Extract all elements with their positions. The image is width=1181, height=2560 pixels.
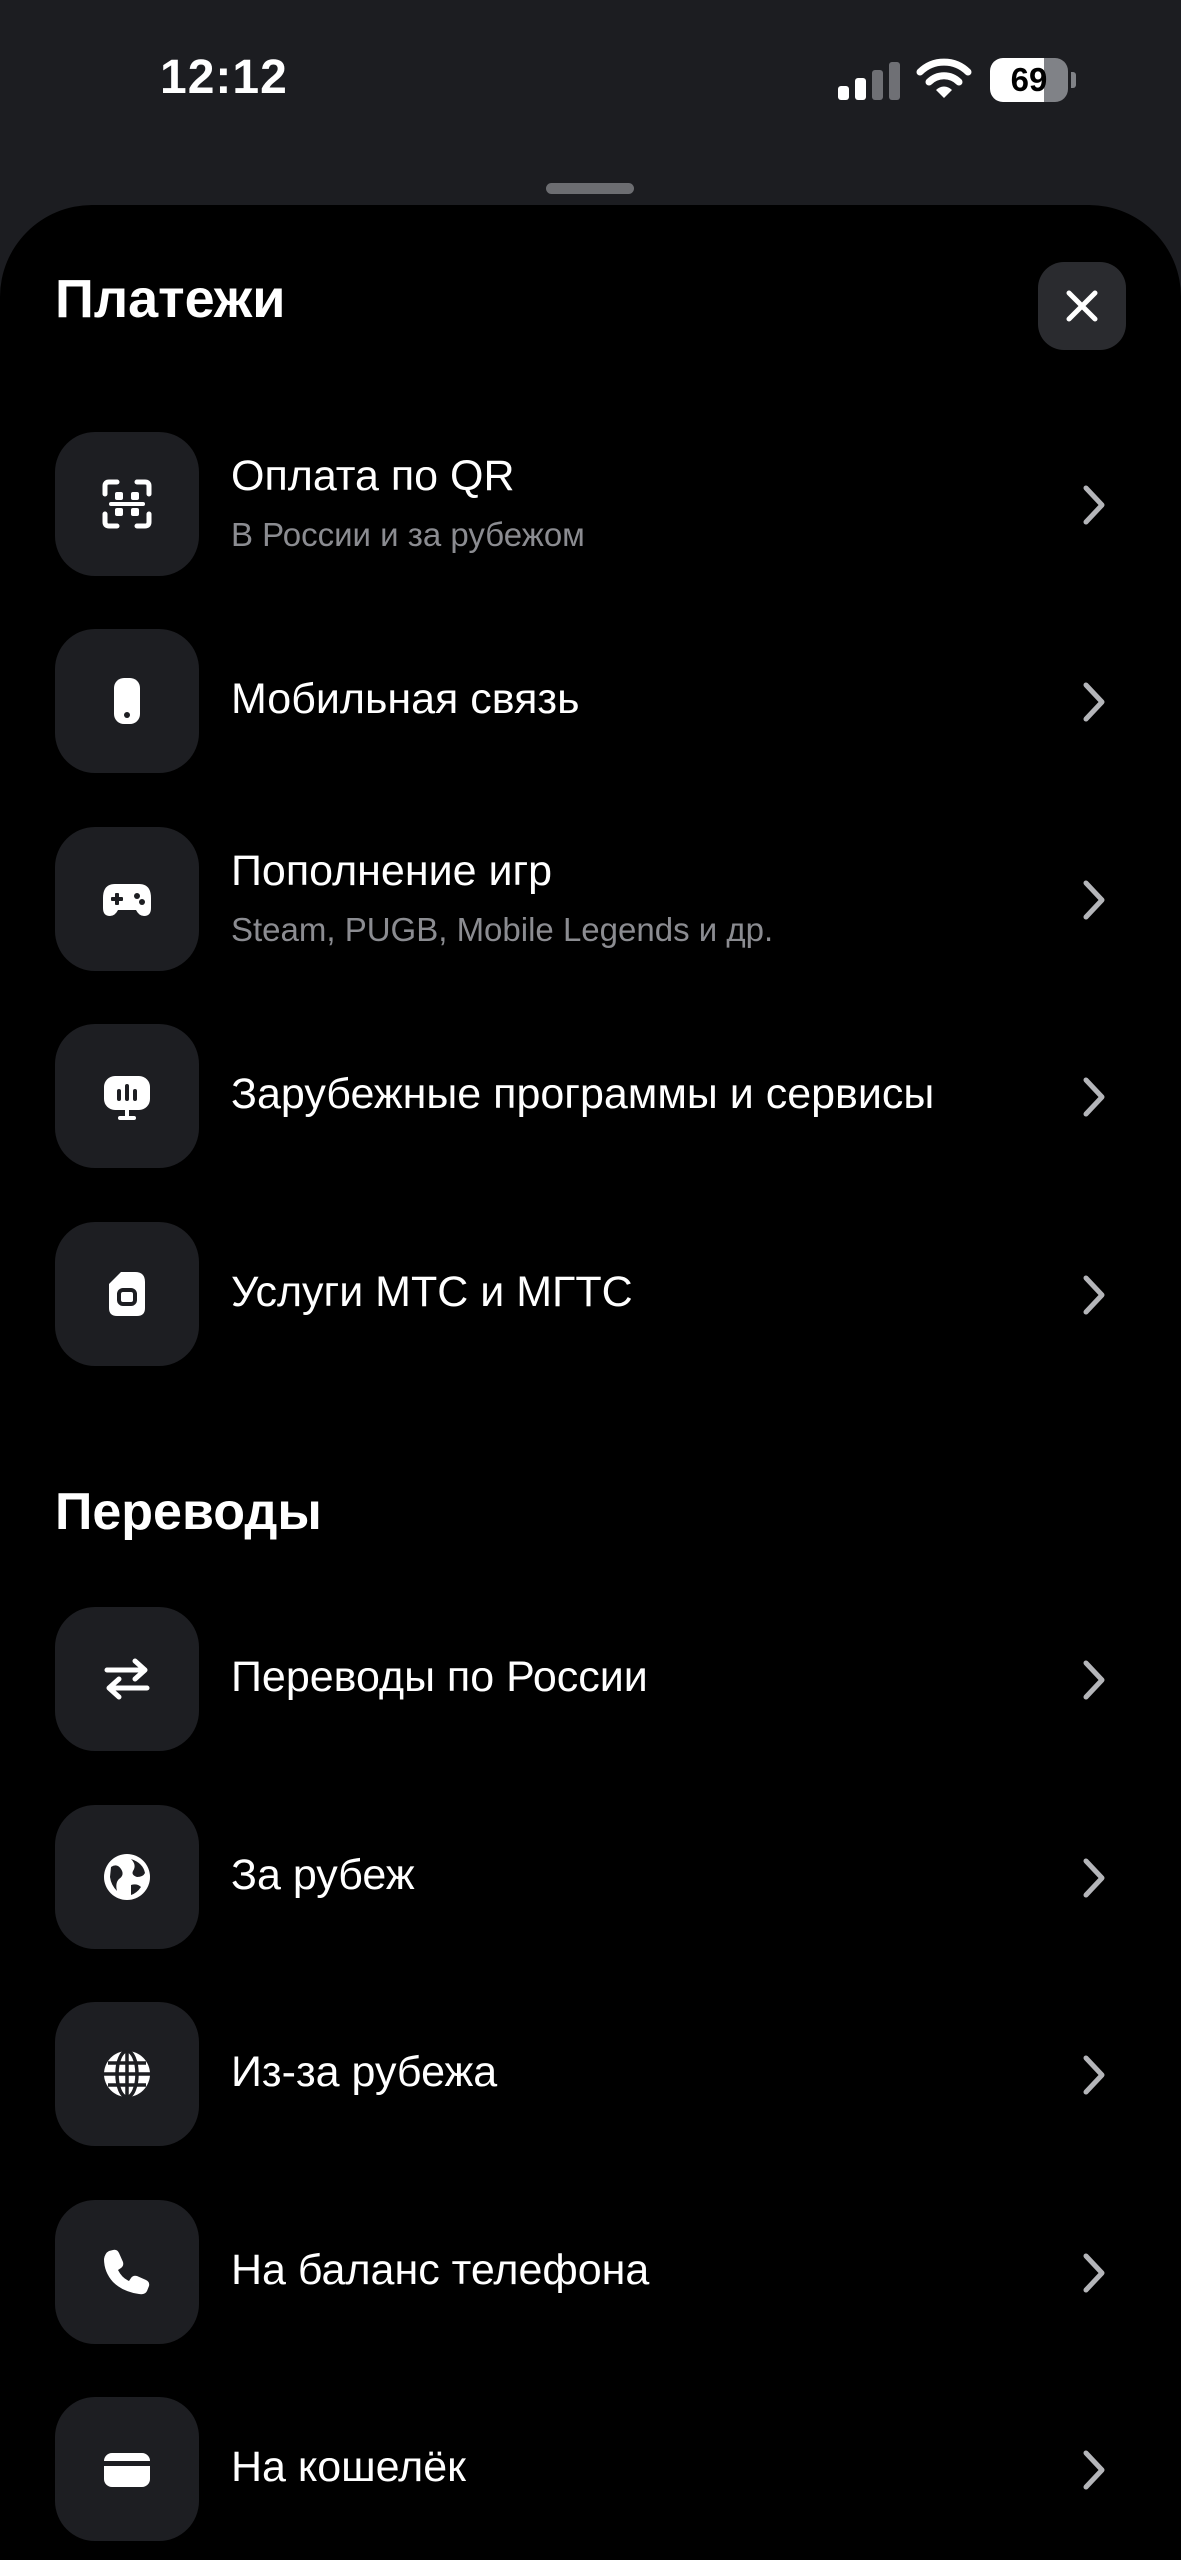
icon-tile bbox=[55, 1222, 199, 1366]
item-label: За рубеж bbox=[231, 1851, 415, 1899]
transfer-item-phone-balance[interactable]: На баланс телефона bbox=[55, 2200, 1126, 2344]
transfer-item-abroad[interactable]: За рубеж bbox=[55, 1805, 1126, 1949]
item-label: Услуги МТС и МГТС bbox=[231, 1268, 633, 1316]
chevron-right-icon bbox=[1083, 485, 1105, 525]
battery-tip bbox=[1071, 72, 1076, 88]
item-label: На баланс телефона bbox=[231, 2246, 650, 2294]
sim-card-icon bbox=[109, 1272, 145, 1316]
icon-tile bbox=[55, 1024, 199, 1168]
phone-handset-icon bbox=[104, 2249, 150, 2295]
close-icon bbox=[1066, 290, 1098, 322]
chevron-right-icon bbox=[1083, 2055, 1105, 2095]
item-subtitle: В России и за рубежом bbox=[231, 516, 585, 553]
chevron-right-icon bbox=[1083, 1077, 1105, 1117]
item-label: Из-за рубежа bbox=[231, 2048, 498, 2096]
sheet-grabber[interactable] bbox=[546, 183, 634, 194]
chevron-right-icon bbox=[1083, 1275, 1105, 1315]
chevron-right-icon bbox=[1083, 1660, 1105, 1700]
close-button[interactable] bbox=[1038, 262, 1126, 350]
item-label: Мобильная связь bbox=[231, 675, 580, 723]
qr-scan-icon bbox=[102, 479, 152, 529]
section-title-transfers: Переводы bbox=[55, 1483, 322, 1541]
icon-tile bbox=[55, 1805, 199, 1949]
icon-tile bbox=[55, 2200, 199, 2344]
payment-item-foreign-services[interactable]: Зарубежные программы и сервисы bbox=[55, 1024, 1126, 1168]
item-label: На кошелёк bbox=[231, 2443, 466, 2491]
payment-item-mobile[interactable]: Мобильная связь bbox=[55, 629, 1126, 773]
item-label: Зарубежные программы и сервисы bbox=[231, 1070, 935, 1118]
status-time: 12:12 bbox=[160, 51, 288, 104]
chevron-right-icon bbox=[1083, 2450, 1105, 2490]
chevron-right-icon bbox=[1083, 1858, 1105, 1898]
item-label: Пополнение игр bbox=[231, 847, 553, 895]
icon-tile bbox=[55, 1607, 199, 1751]
mobile-phone-icon bbox=[114, 678, 140, 724]
item-subtitle: Steam, PUGB, Mobile Legends и др. bbox=[231, 911, 774, 948]
cellular-signal-icon bbox=[838, 62, 900, 100]
monitor-icon bbox=[104, 1076, 150, 1120]
payment-item-qr[interactable]: Оплата по QR В России и за рубежом bbox=[55, 432, 1126, 576]
icon-tile bbox=[55, 2397, 199, 2541]
payment-item-mts[interactable]: Услуги МТС и МГТС bbox=[55, 1222, 1126, 1366]
icon-tile bbox=[55, 2002, 199, 2146]
transfer-item-wallet[interactable]: На кошелёк bbox=[55, 2397, 1126, 2541]
transfer-item-from-abroad[interactable]: Из-за рубежа bbox=[55, 2002, 1126, 2146]
wallet-icon bbox=[104, 2453, 150, 2487]
payment-item-games[interactable]: Пополнение игр Steam, PUGB, Mobile Legen… bbox=[55, 827, 1126, 971]
sheet-title: Платежи bbox=[55, 269, 286, 329]
chevron-right-icon bbox=[1083, 2253, 1105, 2293]
item-label: Переводы по России bbox=[231, 1653, 648, 1701]
wifi-icon bbox=[916, 58, 972, 98]
chevron-right-icon bbox=[1083, 880, 1105, 920]
status-bar: 12:12 69 bbox=[0, 0, 1181, 160]
battery-indicator: 69 bbox=[990, 58, 1076, 102]
chevron-right-icon bbox=[1083, 682, 1105, 722]
item-label: Оплата по QR bbox=[231, 452, 515, 500]
gamepad-icon bbox=[103, 884, 151, 916]
icon-tile bbox=[55, 827, 199, 971]
battery-percent: 69 bbox=[1010, 61, 1048, 98]
globe-grid-icon bbox=[104, 2049, 150, 2099]
transfer-arrows-icon bbox=[104, 1658, 150, 1700]
icon-tile bbox=[55, 432, 199, 576]
transfer-item-russia[interactable]: Переводы по России bbox=[55, 1607, 1126, 1751]
globe-icon bbox=[104, 1854, 150, 1900]
icon-tile bbox=[55, 629, 199, 773]
